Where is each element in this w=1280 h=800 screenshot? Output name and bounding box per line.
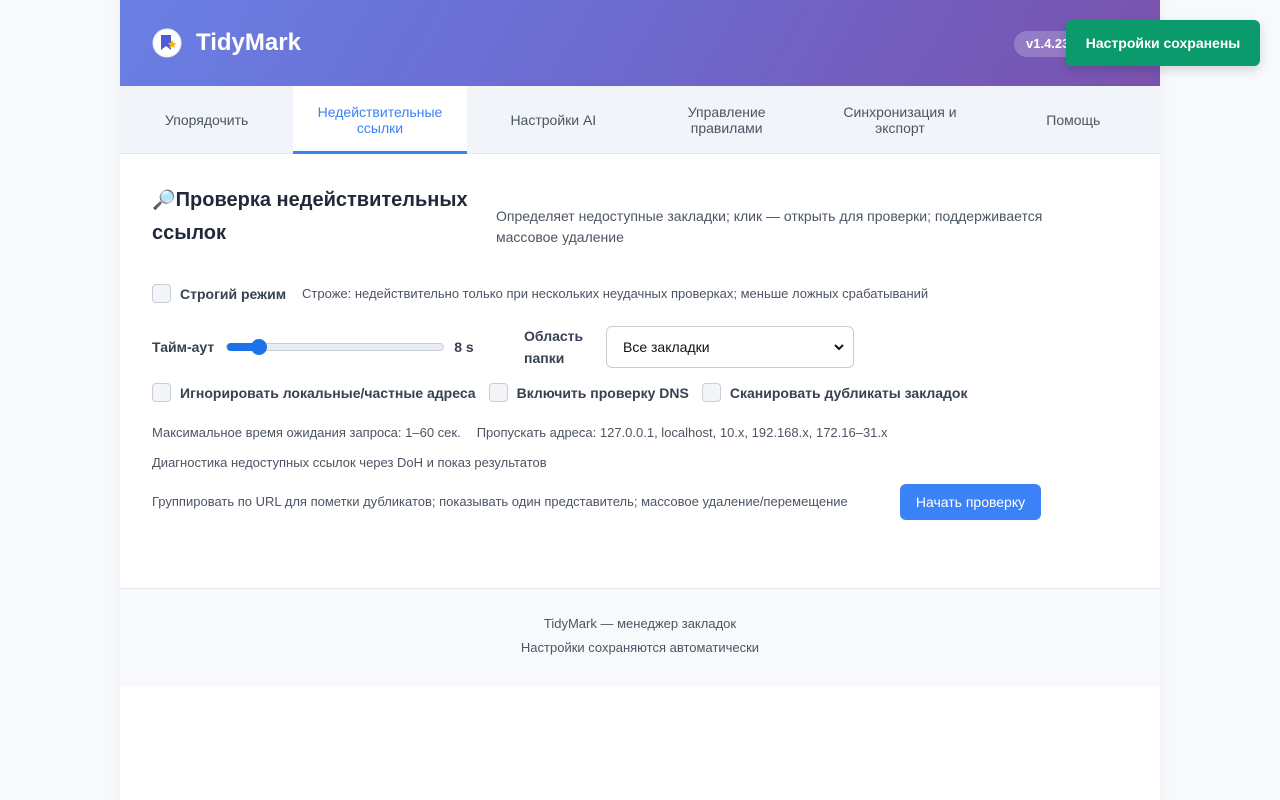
timeout-value: 8 s: [454, 339, 474, 355]
magnifier-icon: 🔎: [152, 190, 176, 211]
timeout-label: Тайм-аут: [152, 339, 215, 355]
folder-scope-label: Область папки: [524, 328, 584, 366]
folder-scope-select[interactable]: Все закладки: [606, 326, 854, 368]
bookmark-star-icon: [152, 28, 182, 58]
tab-ai-settings[interactable]: Настройки AI: [467, 86, 640, 153]
footer-line-2: Настройки сохраняются автоматически: [520, 640, 760, 655]
app-title: TidyMark: [196, 29, 301, 56]
ignore-local-hint: Пропускать адреса: 127.0.0.1, localhost,…: [476, 425, 888, 440]
saved-toast: Настройки сохранены: [1066, 20, 1260, 66]
start-check-button[interactable]: Начать проверку: [900, 484, 1041, 520]
folder-scope-value: Все закладки: [623, 339, 710, 355]
hints-row-2: Диагностика недоступных ссылок через DoH…: [152, 455, 547, 470]
dup-scan-label: Сканировать дубликаты закладок: [729, 384, 968, 401]
dns-hint: Диагностика недоступных ссылок через DoH…: [152, 455, 547, 470]
strict-mode-label: Строгий режим: [180, 285, 287, 302]
strict-mode-hint: Строже: недействительно только при неско…: [302, 286, 929, 301]
options-row: Игнорировать локальные/частные адреса Вк…: [152, 383, 968, 402]
strict-mode-row: Строгий режим Строже: недействительно то…: [152, 284, 928, 303]
ignore-local-checkbox[interactable]: [152, 383, 171, 402]
timeout-slider[interactable]: [226, 339, 445, 355]
timeout-slider-thumb[interactable]: [250, 339, 267, 355]
section-title: 🔎Проверка недействительных ссылок: [152, 189, 468, 244]
tab-invalid-links[interactable]: Недействительные ссылки: [293, 86, 467, 154]
tab-help[interactable]: Помощь: [987, 86, 1160, 153]
dup-scan-hint: Группировать по URL для пометки дубликат…: [152, 494, 848, 509]
timeout-row: Тайм-аут 8 s: [152, 337, 474, 357]
dns-check-checkbox[interactable]: [488, 383, 508, 402]
main-card: TidyMark v1.4.23 Упорядочить Недействите…: [120, 0, 1160, 800]
hints-row-3: Группировать по URL для пометки дубликат…: [152, 494, 848, 509]
strict-mode-checkbox[interactable]: [152, 284, 171, 303]
ignore-local-label: Игнорировать локальные/частные адреса: [180, 384, 476, 401]
app-header: TidyMark v1.4.23: [120, 0, 1160, 86]
tab-organize[interactable]: Упорядочить: [120, 86, 293, 153]
dns-check-label: Включить проверку DNS: [516, 384, 689, 401]
tab-sync-export[interactable]: Синхронизация и экспорт: [813, 86, 986, 153]
section-description: Определяет недоступные закладки; клик — …: [496, 208, 1043, 245]
tab-bar: Упорядочить Недействительные ссылки Наст…: [120, 86, 1160, 154]
tab-rules[interactable]: Управление правилами: [640, 86, 813, 153]
hints-row-1: Максимальное время ожидания запроса: 1–6…: [152, 425, 888, 440]
footer: TidyMark — менеджер закладок Настройки с…: [120, 588, 1160, 686]
chevron-down-icon: [834, 344, 844, 351]
timeout-hint: Максимальное время ожидания запроса: 1–6…: [152, 425, 461, 440]
dup-scan-checkbox[interactable]: [701, 383, 721, 402]
footer-line-1: TidyMark — менеджер закладок: [543, 616, 737, 631]
